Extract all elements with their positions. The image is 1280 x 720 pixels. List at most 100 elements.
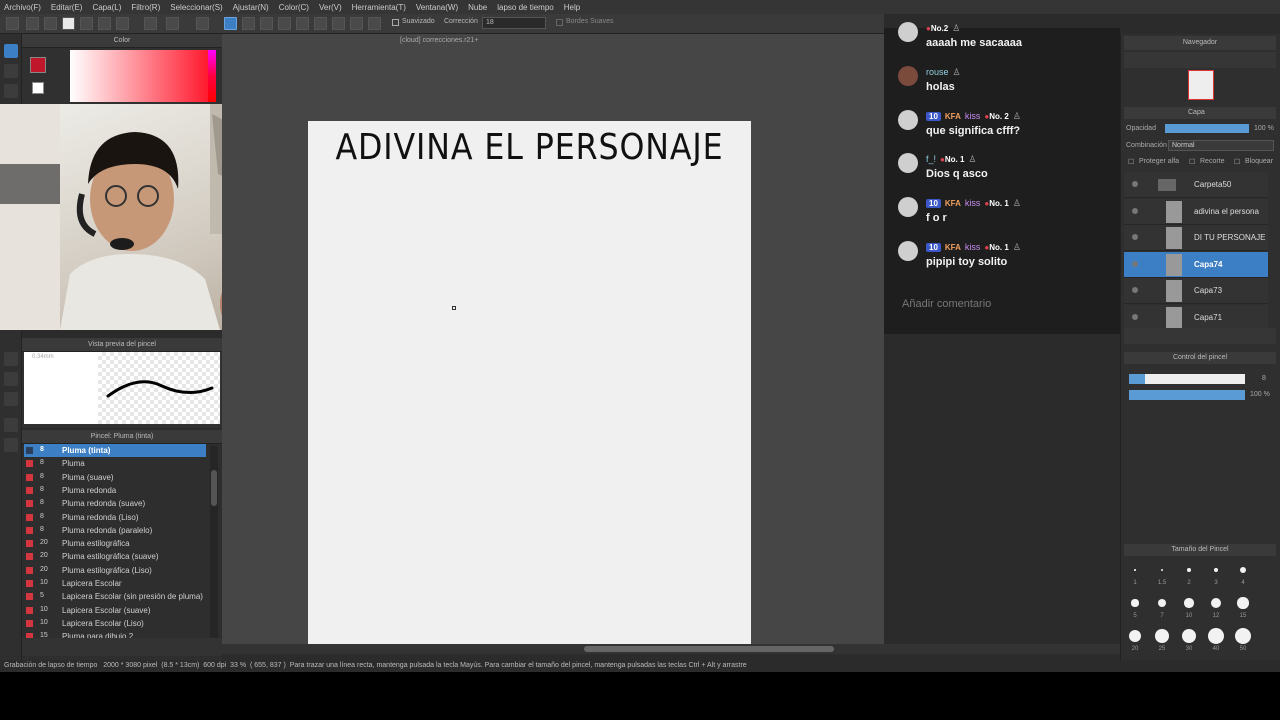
layer-item[interactable]: Capa73 — [1124, 278, 1268, 305]
layer-item[interactable]: Carpeta50 — [1124, 172, 1268, 198]
menu-item[interactable]: Color(C) — [279, 3, 309, 12]
lock-checkbox[interactable]: ☐ — [1234, 158, 1240, 166]
menu-item[interactable]: Ver(V) — [319, 3, 342, 12]
document-tab[interactable]: [cloud] correcciones.r21+ — [400, 37, 478, 44]
brush-size-dot[interactable] — [1237, 597, 1249, 609]
pen-tool-icon[interactable] — [4, 44, 18, 58]
level-badge: 10 — [926, 198, 941, 208]
brush-list-item[interactable]: 8 Pluma redonda — [24, 484, 206, 497]
navigator-thumbnail[interactable] — [1188, 70, 1214, 100]
open-button[interactable] — [26, 17, 39, 30]
brush-list-item[interactable]: 20 Pluma estilográfica (Liso) — [24, 564, 206, 577]
sub-color-swatch[interactable] — [32, 82, 44, 94]
layer-item[interactable]: DI TU PERSONAJE — [1124, 225, 1268, 252]
brush-list-toolbar — [22, 638, 222, 656]
blend-mode-select[interactable]: Normal — [1168, 140, 1274, 151]
brush-list-item[interactable]: 10 Lapicera Escolar (Liso) — [24, 617, 206, 630]
select-tool-icon[interactable] — [4, 372, 18, 386]
brush-list-item[interactable]: 5 Lapicera Escolar (sin presión de pluma) — [24, 590, 206, 603]
visibility-icon[interactable] — [1132, 314, 1138, 320]
brush-list-scroll-thumb[interactable] — [211, 470, 217, 506]
menu-item[interactable]: lapso de tiempo — [497, 3, 553, 12]
snap-radial-button[interactable] — [278, 17, 291, 30]
new-file-button[interactable] — [6, 17, 19, 30]
menu-item[interactable]: Ajustar(N) — [233, 3, 269, 12]
brush-list-item[interactable]: 8 Pluma redonda (suave) — [24, 497, 206, 510]
brush-size-slider[interactable] — [1129, 374, 1245, 384]
brush-list-item[interactable]: 20 Pluma estilográfica — [24, 537, 206, 550]
clear-button[interactable] — [62, 17, 75, 30]
menu-item[interactable]: Capa(L) — [92, 3, 121, 12]
brush-size-dot[interactable] — [1155, 629, 1169, 643]
menu-item[interactable]: Editar(E) — [51, 3, 83, 12]
brush-size-dot[interactable] — [1131, 599, 1139, 607]
visibility-icon[interactable] — [1132, 181, 1138, 187]
brush-size-dot[interactable] — [1208, 628, 1224, 644]
bucket-tool-icon[interactable] — [4, 84, 18, 98]
visibility-icon[interactable] — [1132, 207, 1138, 214]
visibility-icon[interactable] — [1132, 234, 1138, 241]
brush-list-item[interactable]: 8 Pluma redonda (paralelo) — [24, 524, 206, 537]
snap-curve-button[interactable] — [332, 17, 345, 30]
layer-item[interactable]: adivina el persona — [1124, 198, 1268, 225]
brush-size-dot[interactable] — [1187, 568, 1191, 572]
snap-circle-button[interactable] — [314, 17, 327, 30]
brush-list-item[interactable]: 10 Lapicera Escolar (suave) — [24, 604, 206, 617]
clip-checkbox[interactable]: ☐ — [1189, 158, 1195, 166]
snap-grid-button[interactable] — [260, 17, 273, 30]
brush-opacity-slider[interactable] — [1129, 390, 1245, 400]
brush-size-dot[interactable] — [1134, 569, 1136, 571]
menu-item[interactable]: Seleccionar(S) — [170, 3, 222, 12]
fill-button[interactable] — [80, 17, 93, 30]
redo-button[interactable] — [166, 17, 179, 30]
menu-item[interactable]: Herramienta(T) — [352, 3, 406, 12]
canvas-page[interactable]: ADIVINA EL PERSONAJE — [308, 121, 751, 644]
transform-button[interactable] — [98, 17, 111, 30]
suavizado-checkbox[interactable] — [392, 19, 399, 26]
snap-cross-button[interactable] — [296, 17, 309, 30]
comment-input[interactable]: Añadir comentario — [902, 298, 1112, 310]
bordes-label: Bordes Suaves — [566, 18, 614, 25]
brush-list-item[interactable]: 8 Pluma — [24, 457, 206, 470]
snap-settings-button[interactable] — [368, 17, 381, 30]
brush-list-item[interactable]: 10 Lapicera Escolar — [24, 577, 206, 590]
brush-size-dot[interactable] — [1240, 567, 1246, 573]
color-picker-square[interactable] — [70, 50, 208, 102]
visibility-icon[interactable] — [1132, 287, 1138, 294]
menu-item[interactable]: Filtro(R) — [131, 3, 160, 12]
correccion-select[interactable]: 18 — [482, 17, 546, 29]
snap-3d-button[interactable] — [350, 17, 363, 30]
visibility-icon[interactable] — [1132, 260, 1138, 267]
save-button[interactable] — [44, 17, 57, 30]
brush-list-item[interactable]: 8 Pluma (tinta) — [24, 444, 206, 457]
menu-item[interactable]: Ventana(W) — [416, 3, 458, 12]
brush-list-item[interactable]: 8 Pluma redonda (Liso) — [24, 511, 206, 524]
bordes-checkbox[interactable] — [556, 19, 563, 26]
chat-username: kiss — [964, 242, 981, 252]
menu-item[interactable]: Archivo(F) — [4, 3, 41, 12]
eraser-tool-icon[interactable] — [4, 64, 18, 78]
protect-alpha-checkbox[interactable]: ☐ — [1128, 158, 1134, 166]
layer-opacity-slider[interactable] — [1165, 124, 1249, 133]
text-tool-icon[interactable] — [4, 352, 18, 366]
brush-size-dot[interactable] — [1184, 598, 1194, 608]
snap-parallel-button[interactable] — [242, 17, 255, 30]
undo-button[interactable] — [144, 17, 157, 30]
brush-list-item[interactable]: 8 Pluma (suave) — [24, 471, 206, 484]
snap-off-button[interactable] — [224, 17, 237, 30]
chat-text: que significa cfff? — [926, 125, 1021, 137]
grid-button[interactable] — [116, 17, 129, 30]
hand-tool-icon[interactable] — [4, 438, 18, 452]
main-color-swatch[interactable] — [30, 57, 46, 73]
hue-slider[interactable] — [208, 50, 216, 102]
menu-item[interactable]: Help — [564, 3, 580, 12]
brush-list-item[interactable]: 20 Pluma estilográfica (suave) — [24, 550, 206, 563]
horizontal-scroll-thumb[interactable] — [584, 646, 834, 652]
deselect-button[interactable] — [196, 17, 209, 30]
pen2-tool-icon[interactable] — [4, 418, 18, 432]
eyedropper-tool-icon[interactable] — [4, 392, 18, 406]
layer-panel-title: Capa — [1124, 107, 1276, 119]
menu-item[interactable]: Nube — [468, 3, 487, 12]
layer-item[interactable]: Capa74 — [1124, 251, 1268, 278]
brush-size-dot[interactable] — [1235, 628, 1251, 644]
